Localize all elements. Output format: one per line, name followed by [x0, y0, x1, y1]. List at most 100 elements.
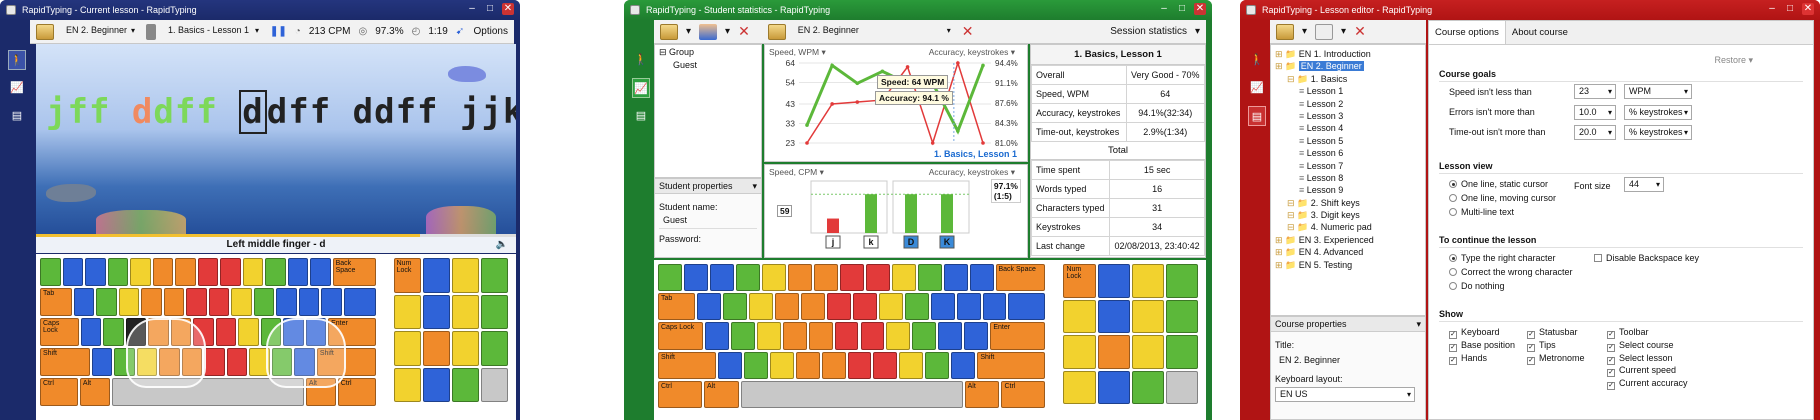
tree-item[interactable]: ≡ Lesson 7 — [1275, 160, 1421, 172]
open-group-folder-icon[interactable] — [660, 23, 678, 40]
tree-item[interactable]: ≡ Lesson 6 — [1275, 147, 1421, 159]
restore-button[interactable]: Restore ▾ — [1714, 55, 1753, 66]
show-base-position-checkbox[interactable]: ✓ Base position — [1449, 340, 1515, 352]
dropdown-arrow-icon[interactable]: ▾ — [686, 26, 691, 37]
tree-item[interactable]: ≡ Lesson 4 — [1275, 122, 1421, 134]
show-statusbar-checkbox[interactable]: ✓ Statusbar — [1527, 327, 1578, 339]
lesson-mode-icon[interactable]: 🚶 — [8, 50, 26, 70]
close-icon[interactable]: ✕ — [1802, 3, 1814, 15]
new-lesson-icon[interactable] — [1315, 23, 1334, 40]
show-select-course-checkbox[interactable]: ✓ Select course — [1607, 340, 1674, 352]
maximize-icon[interactable]: □ — [1176, 3, 1188, 15]
tree-item[interactable]: ⊞ 📁 EN 4. Advanced — [1275, 246, 1421, 258]
tab-about-course[interactable]: About course — [1506, 21, 1574, 44]
statistics-icon[interactable]: 📈 — [632, 78, 650, 98]
open-course-folder-icon[interactable] — [767, 23, 786, 40]
delete-icon[interactable]: ✕ — [1354, 23, 1366, 40]
show-metronome-checkbox[interactable]: ✓ Metronome — [1527, 353, 1585, 365]
tab-course-options[interactable]: Course options — [1429, 21, 1506, 44]
continue-option-2[interactable]: Correct the wrong character — [1449, 267, 1573, 277]
maximize-icon[interactable]: □ — [484, 3, 496, 15]
show-hands-checkbox[interactable]: ✓ Hands — [1449, 353, 1487, 365]
timeout-goal-input[interactable]: 20.0 — [1574, 125, 1616, 140]
speed-unit-select[interactable]: WPM — [1624, 84, 1692, 99]
key — [175, 258, 196, 286]
errors-unit-select[interactable]: % keystrokes — [1624, 105, 1692, 120]
maximize-icon[interactable]: □ — [1784, 3, 1796, 15]
speed-goal-label: Speed isn't less than — [1449, 87, 1532, 97]
lesson-select[interactable]: 1. Basics - Lesson 1 — [164, 24, 262, 39]
delete-icon[interactable]: ✕ — [738, 23, 750, 40]
key — [878, 293, 903, 321]
course-select[interactable]: EN 2. Beginner — [794, 24, 954, 39]
view-option-3[interactable]: Multi-line text — [1449, 207, 1514, 217]
editor-icon[interactable]: ▤ — [1248, 106, 1266, 126]
dropdown-arrow-icon[interactable]: ▾ — [1302, 26, 1307, 37]
dropdown-arrow-icon[interactable]: ▾ — [1341, 26, 1346, 37]
options-menu[interactable]: Options — [474, 26, 508, 37]
show-tips-checkbox[interactable]: ✓ Tips — [1527, 340, 1556, 352]
dropdown-arrow-icon[interactable]: ▾ — [725, 26, 730, 37]
tree-item[interactable]: ≡ Lesson 9 — [1275, 184, 1421, 196]
tree-item[interactable]: ⊟ 📁 1. Basics — [1275, 73, 1421, 85]
sound-icon[interactable]: 🔈 — [496, 237, 508, 253]
editor-icon[interactable]: ▤ — [632, 106, 650, 126]
key — [839, 264, 864, 292]
speed-goal-input[interactable]: 23 — [1574, 84, 1616, 99]
show-current-speed-checkbox[interactable]: ✓ Current speed — [1607, 365, 1676, 378]
keyboard-area: Back Space Tab Caps Lock Enter Shift Shift Ctr… — [36, 254, 516, 420]
dropdown-arrow-icon[interactable]: ▾ — [1195, 26, 1200, 37]
view-option-2[interactable]: One line, moving cursor — [1449, 193, 1556, 203]
typing-area[interactable]: jff ddff ddff ddff jjkk jjk — [36, 44, 516, 234]
course-title-field[interactable]: EN 2. Beginner — [1275, 352, 1421, 368]
course-select[interactable]: EN 2. Beginner — [62, 24, 138, 39]
tree-item[interactable]: ⊟ 📁 2. Shift keys — [1275, 197, 1421, 209]
editor-icon[interactable]: ▤ — [8, 106, 26, 126]
pause-icon[interactable]: ❚❚ — [270, 26, 287, 37]
minimize-icon[interactable]: – — [1766, 3, 1778, 15]
key — [852, 293, 877, 321]
metronome-icon[interactable]: ➹ — [456, 26, 464, 37]
close-icon[interactable]: ✕ — [502, 3, 514, 15]
tree-item[interactable]: ≡ Lesson 3 — [1275, 110, 1421, 122]
statistics-icon[interactable]: 📈 — [1248, 78, 1266, 98]
key — [938, 322, 963, 350]
tree-item[interactable]: ⊞ 📁 EN 2. Beginner — [1275, 60, 1421, 72]
keyboard-layout-select[interactable]: EN US — [1275, 387, 1415, 402]
tree-item[interactable]: ⊞ 📁 EN 1. Introduction — [1275, 48, 1421, 60]
show-current-accuracy-checkbox[interactable]: ✓ Current accuracy — [1607, 378, 1688, 391]
continue-option-3[interactable]: Do nothing — [1449, 281, 1505, 291]
new-course-icon[interactable] — [1276, 23, 1294, 40]
tree-item[interactable]: ⊟ 📁 3. Digit keys — [1275, 209, 1421, 221]
continue-option-1[interactable]: Type the right character — [1449, 253, 1556, 263]
errors-goal-input[interactable]: 10.0 — [1574, 105, 1616, 120]
tree-item-guest[interactable]: Guest — [655, 60, 761, 70]
add-student-icon[interactable] — [699, 23, 718, 40]
tree-item[interactable]: ≡ Lesson 1 — [1275, 85, 1421, 97]
session-stats-select[interactable]: Session statistics — [1110, 26, 1187, 37]
lesson-mode-icon[interactable]: 🚶 — [1248, 50, 1266, 70]
delete-stats-icon[interactable]: ✕ — [962, 23, 974, 40]
tree-item[interactable]: ⊞ 📁 EN 5. Testing — [1275, 259, 1421, 271]
student-name-field[interactable]: Guest — [659, 212, 757, 229]
tree-item[interactable]: ≡ Lesson 5 — [1275, 135, 1421, 147]
show-keyboard-checkbox[interactable]: ✓ Keyboard — [1449, 327, 1500, 339]
close-icon[interactable]: ✕ — [1194, 3, 1206, 15]
minimize-icon[interactable]: – — [466, 3, 478, 15]
tree-item[interactable]: ⊟ 📁 4. Numeric pad — [1275, 221, 1421, 233]
tree-item[interactable]: ≡ Lesson 8 — [1275, 172, 1421, 184]
disable-backspace-checkbox[interactable]: Disable Backspace key — [1594, 253, 1699, 263]
tree-item-group[interactable]: ⊟ Group — [655, 45, 761, 60]
statistics-icon[interactable]: 📈 — [8, 78, 26, 98]
tree-item[interactable]: ≡ Lesson 2 — [1275, 98, 1421, 110]
show-select-lesson-checkbox[interactable]: ✓ Select lesson — [1607, 353, 1673, 365]
minimize-icon[interactable]: – — [1158, 3, 1170, 15]
open-course-folder-icon[interactable] — [36, 23, 54, 40]
show-toolbar-checkbox[interactable]: ✓ Toolbar — [1607, 327, 1649, 339]
font-size-select[interactable]: 44 — [1624, 177, 1664, 192]
lesson-mode-icon[interactable]: 🚶 — [632, 50, 650, 70]
tree-item[interactable]: ⊞ 📁 EN 3. Experienced — [1275, 234, 1421, 246]
numpad-key — [1165, 264, 1198, 298]
timeout-unit-select[interactable]: % keystrokes — [1624, 125, 1692, 140]
view-option-1[interactable]: One line, static cursor — [1449, 179, 1548, 189]
